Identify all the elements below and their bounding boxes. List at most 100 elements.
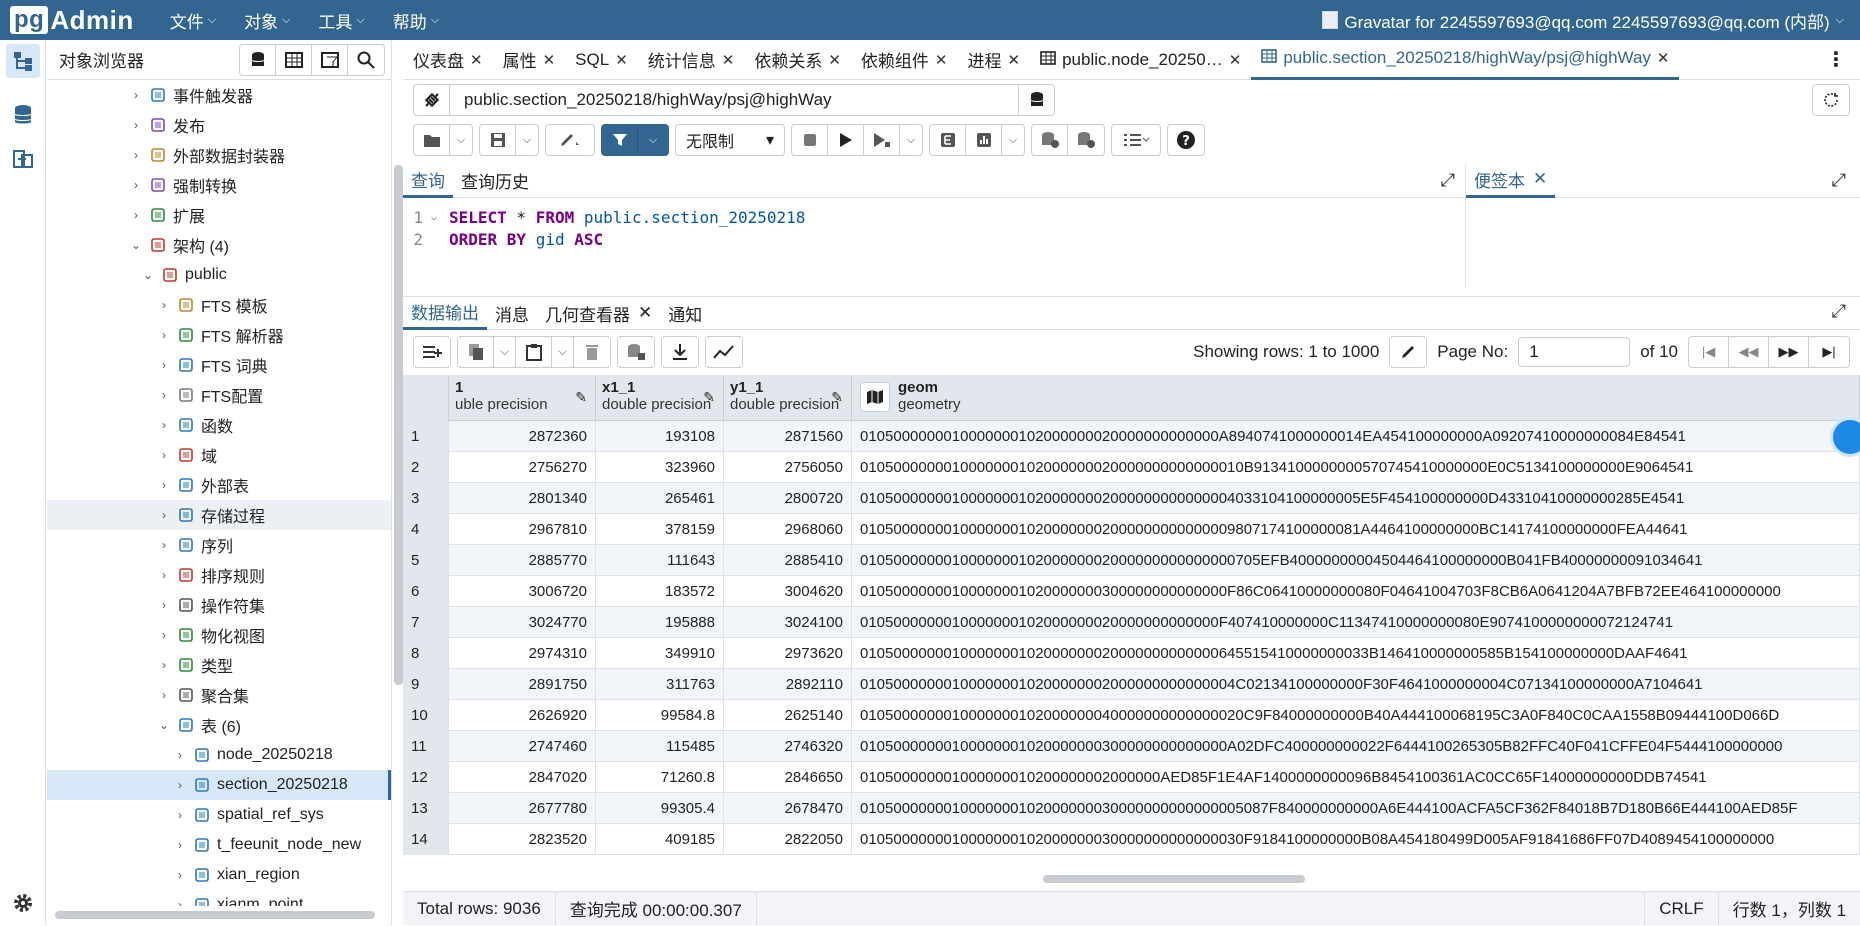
row-number[interactable]: 14 — [403, 824, 449, 855]
previous-page-icon[interactable]: ◀◀ — [1729, 337, 1769, 367]
copy-dropdown[interactable]: ⌵ — [494, 337, 516, 367]
paste-dropdown[interactable]: ⌵ — [552, 337, 574, 367]
table-cell[interactable]: 0105000000010000000102000000020000000000… — [852, 421, 1860, 452]
chevron-right-icon[interactable]: › — [157, 568, 171, 582]
chevron-right-icon[interactable]: › — [173, 868, 187, 882]
tab-query[interactable]: 查询 — [403, 164, 453, 198]
chevron-right-icon[interactable]: › — [157, 388, 171, 402]
tab-query-history[interactable]: 查询历史 — [453, 164, 537, 198]
table-cell[interactable]: 2625140 — [724, 700, 852, 731]
table-cell[interactable]: 311763 — [596, 669, 724, 700]
table-cell[interactable]: 0105000000010000000102000000020000000000… — [852, 669, 1860, 700]
chevron-right-icon[interactable]: › — [157, 418, 171, 432]
main-tab[interactable]: 属性 ✕ — [493, 40, 566, 80]
chevron-right-icon[interactable]: › — [157, 658, 171, 672]
table-cell[interactable]: 0105000000010000000102000000020000000000… — [852, 607, 1860, 638]
connection-status-button[interactable] — [414, 85, 450, 115]
table-cell[interactable]: 2800720 — [724, 483, 852, 514]
tree-node[interactable]: › FTS 词典 — [47, 350, 391, 380]
table-cell[interactable]: 2756050 — [724, 452, 852, 483]
last-page-icon[interactable]: ▶| — [1809, 337, 1849, 367]
grid-hscrollbar[interactable] — [1043, 875, 1305, 883]
tree-node[interactable]: › 域 — [47, 440, 391, 470]
tree-node[interactable]: › node_20250218 — [47, 740, 391, 770]
chevron-right-icon[interactable]: › — [157, 628, 171, 642]
table-row[interactable]: 6 3006720 183572 3004620 0105000000010000000… — [403, 576, 1860, 607]
chevron-right-icon[interactable]: › — [157, 538, 171, 552]
row-number[interactable]: 2 — [403, 452, 449, 483]
chevron-right-icon[interactable]: › — [157, 598, 171, 612]
settings-rail-button[interactable] — [6, 886, 40, 920]
object-explorer-rail-button[interactable] — [6, 44, 40, 78]
change-connection-button[interactable] — [1018, 85, 1054, 115]
open-file-button[interactable] — [414, 125, 450, 155]
table-cell[interactable]: 265461 — [596, 483, 724, 514]
main-tab[interactable]: 依赖关系 ✕ — [744, 40, 851, 80]
copy-button[interactable] — [458, 337, 494, 367]
table-cell[interactable]: 2823520 — [449, 824, 596, 855]
table-row[interactable]: 14 2823520 409185 2822050 010500000001000000… — [403, 824, 1860, 855]
macros-button[interactable] — [1112, 125, 1160, 155]
table-cell[interactable]: 2677780 — [449, 793, 596, 824]
table-cell[interactable]: 349910 — [596, 638, 724, 669]
tab-geometry-viewer[interactable]: 几何查看器 ✕ — [537, 296, 660, 330]
table-row[interactable]: 5 2885770 111643 2885410 0105000000010000000… — [403, 545, 1860, 576]
user-menu[interactable]: Gravatar for 2245597693@qq.com 224559769… — [1322, 8, 1844, 33]
execute-button[interactable] — [828, 125, 864, 155]
maximize-icon[interactable]: ⤢ — [1832, 301, 1846, 322]
tab-notifications[interactable]: 通知 — [660, 296, 710, 330]
table-cell[interactable]: 0105000000010000000102000000030000000000… — [852, 731, 1860, 762]
row-number[interactable]: 13 — [403, 793, 449, 824]
chevron-right-icon[interactable]: › — [157, 358, 171, 372]
maximize-icon[interactable]: ⤢ — [1832, 170, 1846, 191]
table-cell[interactable]: 323960 — [596, 452, 724, 483]
table-cell[interactable]: 3024100 — [724, 607, 852, 638]
tree-node[interactable]: › 外部数据封装器 — [47, 140, 391, 170]
tree-node[interactable]: › spatial_ref_sys — [47, 800, 391, 830]
filter-dropdown[interactable]: ⌵ — [638, 125, 668, 155]
tree-node[interactable]: ⌄ public — [47, 260, 391, 290]
execute-dropdown[interactable]: ⌵ — [900, 125, 922, 155]
table-cell[interactable]: 0105000000010000000102000000030000000000… — [852, 576, 1860, 607]
table-cell[interactable]: 010500000001000000010200000002000000AED8… — [852, 762, 1860, 793]
row-number[interactable]: 1 — [403, 421, 449, 452]
tree-node[interactable]: › 排序规则 — [47, 560, 391, 590]
table-cell[interactable]: 378159 — [596, 514, 724, 545]
close-icon[interactable]: ✕ — [1008, 51, 1021, 69]
main-tab[interactable]: 统计信息 ✕ — [638, 40, 745, 80]
tree-node[interactable]: › FTS 解析器 — [47, 320, 391, 350]
tree-node[interactable]: ⌄ 表 (6) — [47, 710, 391, 740]
tree-node[interactable]: › 操作符集 — [47, 590, 391, 620]
explain-analyze-button[interactable] — [966, 125, 1002, 155]
download-button[interactable] — [662, 337, 698, 367]
chevron-right-icon[interactable]: › — [157, 328, 171, 342]
table-cell[interactable]: 2885770 — [449, 545, 596, 576]
main-tab[interactable]: public.section_20250218/highWay/psj@high… — [1251, 40, 1680, 80]
table-cell[interactable]: 2967810 — [449, 514, 596, 545]
page-number-input[interactable]: 1 — [1518, 337, 1631, 367]
save-button[interactable] — [480, 125, 516, 155]
column-header[interactable]: y1_1 double precision ✎ — [724, 375, 852, 421]
row-number[interactable]: 3 — [403, 483, 449, 514]
chevron-right-icon[interactable]: › — [173, 808, 187, 822]
schema-diff-rail-button[interactable] — [6, 142, 40, 176]
row-number[interactable]: 12 — [403, 762, 449, 793]
table-cell[interactable]: 0105000000010000000102000000020000000000… — [852, 514, 1860, 545]
table-cell[interactable]: 99305.4 — [596, 793, 724, 824]
table-row[interactable]: 10 2626920 99584.8 2625140 01050000000100000… — [403, 700, 1860, 731]
table-row[interactable]: 1 2872360 193108 2871560 0105000000010000000… — [403, 421, 1860, 452]
table-cell[interactable]: 2756270 — [449, 452, 596, 483]
more-options-icon[interactable]: ⋮ — [1826, 47, 1846, 72]
tree-node[interactable]: › 存储过程 — [47, 500, 391, 530]
table-row[interactable]: 12 2847020 71260.8 2846650 01050000000100000… — [403, 762, 1860, 793]
table-row[interactable]: 8 2974310 349910 2973620 0105000000010000000… — [403, 638, 1860, 669]
tree-node[interactable]: › t_feeunit_node_new — [47, 830, 391, 860]
edit-column-icon[interactable]: ✎ — [703, 389, 715, 406]
tree-node[interactable]: › 外部表 — [47, 470, 391, 500]
table-row[interactable]: 2 2756270 323960 2756050 0105000000010000000… — [403, 452, 1860, 483]
view-data-button[interactable] — [276, 44, 312, 75]
file-menu-dropdown[interactable]: ⌵ — [450, 125, 472, 155]
table-cell[interactable]: 2973620 — [724, 638, 852, 669]
table-cell[interactable]: 3024770 — [449, 607, 596, 638]
column-header[interactable]: x1_1 double precision ✎ — [596, 375, 724, 421]
